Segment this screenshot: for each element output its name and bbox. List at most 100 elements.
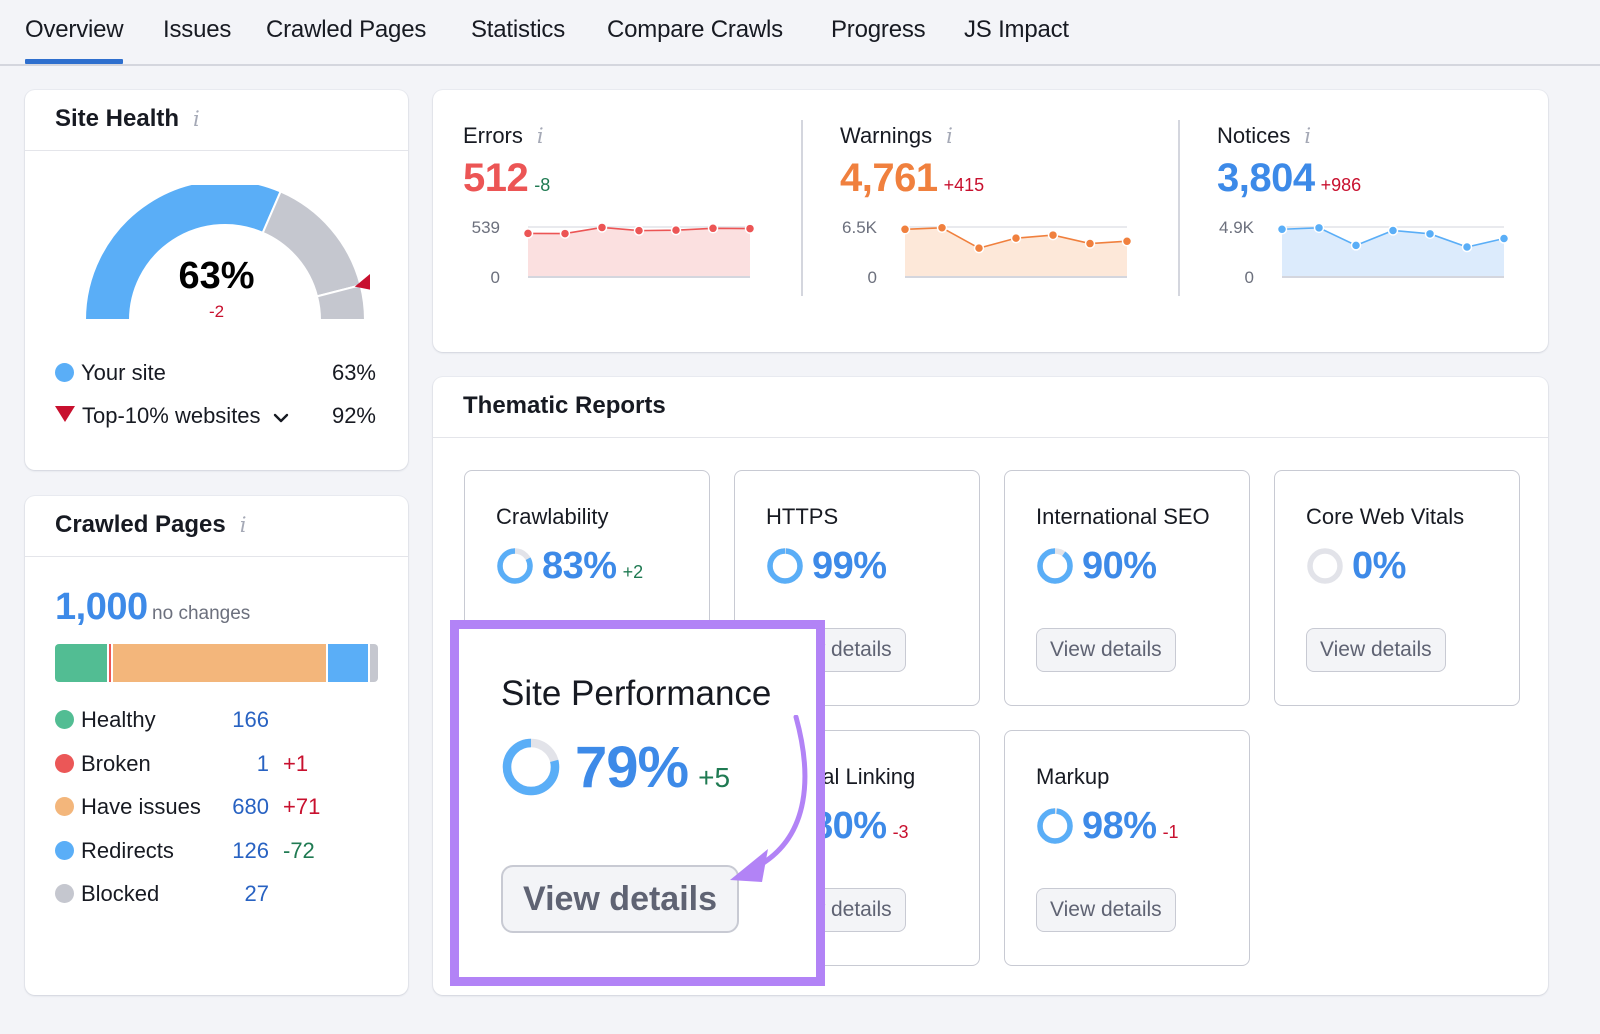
row-count[interactable]: 126 [55,838,269,864]
info-icon[interactable]: i [537,124,544,148]
sparkline-point [1498,233,1510,244]
report-name[interactable]: Crawlability [496,504,608,530]
report-delta: -1 [1162,822,1179,842]
report-name[interactable]: International SEO [1036,504,1210,530]
errors-label: Errors i [463,123,544,148]
notices-value[interactable]: 3,804 +986 [1217,156,1361,201]
tab-issues[interactable]: Issues [163,16,231,44]
report-score: 0% [1306,545,1412,588]
y-max-label: 539 [472,218,500,237]
tab-compare-crawls[interactable]: Compare Crawls [607,16,783,44]
legend-label[interactable]: Top-10% websites [82,403,261,428]
sparkline-point [1047,229,1059,241]
crawled-total-note: no changes [152,603,251,624]
sparkline-point [1424,228,1436,240]
view-details-button[interactable]: View details [1036,888,1176,932]
sparkline-point [1276,223,1288,235]
sparkline-point [1084,238,1096,249]
crawled-row-healthy: Healthy 166 [55,707,355,733]
issues-card: Errors i 512 -8 539 0 Warnings i 4,761 +415 6… [433,90,1548,352]
errors-delta: -8 [534,175,551,195]
legend-your-site: Your site 63% [55,360,376,386]
highlight-report-name: Site Performance [501,674,772,713]
legend-label: Your site [81,360,166,385]
sparkline-point [1010,232,1022,244]
crawled-row-broken: Broken 1 +1 [55,751,355,777]
thematic-reports-title: Thematic Reports [463,392,666,419]
sparkline-point [973,242,985,254]
view-details-button[interactable]: View details [1036,628,1176,672]
row-count[interactable]: 1 [55,751,269,777]
divider [1178,120,1180,296]
warnings-value[interactable]: 4,761 +415 [840,156,984,201]
notices-delta: +986 [1320,175,1362,195]
bar-segment-blocked[interactable] [369,644,378,682]
site-health-score: 63% [178,255,255,297]
highlight-delta: +5 [698,762,731,793]
legend-top-10: Top-10% websites 92% [55,403,376,429]
tab-js-impact[interactable]: JS Impact [964,16,1069,44]
crawled-row-have-issues: Have issues 680 +71 [55,794,355,820]
donut-icon [502,738,560,796]
site-health-delta: -2 [208,302,225,321]
report-name[interactable]: Core Web Vitals [1306,504,1464,530]
your-site-dot-icon [55,363,74,382]
sparkline-point [596,222,608,233]
warnings-sparkline: 6.5K 0 [842,218,1133,287]
sparkline-point [1313,222,1325,234]
sparkline-point [1350,240,1362,251]
report-pct: 83% [542,545,617,587]
site-health-header: Site Health i [25,90,408,151]
tab-overview[interactable]: Overview [25,16,124,64]
report-name[interactable]: HTTPS [766,504,838,530]
crawled-total-row: 1,000 no changes [55,586,250,629]
errors-value[interactable]: 512 -8 [463,156,550,201]
errors-panel: Errors i 512 -8 539 0 [433,90,808,352]
sparkline-point [936,222,948,234]
info-icon[interactable]: i [1304,124,1311,148]
bar-segment-healthy[interactable] [55,644,107,682]
view-details-button[interactable]: View details [1306,628,1446,672]
tab-progress[interactable]: Progress [831,16,926,44]
thematic-card-markup: Markup 98% -1 View details [1004,730,1250,966]
legend-value: 63% [331,360,376,385]
sparkline-point [1461,241,1473,253]
notices-panel: Notices i 3,804 +986 4.9K 0 [1187,90,1562,352]
highlight-score: 79% +5 [501,734,730,801]
sparkline-point [670,224,682,236]
benchmark-triangle-icon [55,406,75,422]
bar-segment-broken[interactable] [108,644,112,682]
row-count[interactable]: 166 [55,707,269,733]
report-name[interactable]: Markup [1036,764,1109,790]
tab-statistics[interactable]: Statistics [471,16,565,44]
row-count[interactable]: 27 [55,881,269,907]
info-icon[interactable]: i [193,107,200,131]
report-score: 98% -1 [1036,805,1179,848]
thematic-reports-header: Thematic Reports [433,377,1548,438]
report-delta: +2 [622,562,644,582]
site-health-title: Site Health [55,105,180,132]
report-pct: 98% [1082,805,1157,847]
bar-segment-have-issues[interactable] [113,644,327,682]
donut-fill [1037,808,1073,844]
info-icon[interactable]: i [240,513,247,537]
chevron-down-icon[interactable] [273,403,289,429]
site-health-card: Site Health i 63% -2 Your site 63% Top-10… [25,90,408,470]
curved-arrow-icon [730,715,808,882]
row-count[interactable]: 680 [55,794,269,820]
sparkline-point [1387,225,1399,236]
donut-icon [1307,548,1343,584]
site-performance-view-details-button[interactable]: View details [501,865,740,933]
notices-label: Notices i [1217,123,1312,148]
crawled-total[interactable]: 1,000 [55,586,148,628]
errors-sparkline: 539 0 [472,218,756,287]
info-icon[interactable]: i [946,124,953,148]
report-delta: -3 [892,822,909,842]
tab-bar: Overview Issues Crawled Pages Statistics… [0,0,1600,66]
report-pct: 90% [1082,545,1157,587]
row-change: -72 [283,837,315,863]
tab-crawled-pages[interactable]: Crawled Pages [266,16,426,44]
sparkline-point [707,223,719,234]
bar-segment-redirects[interactable] [328,644,368,682]
notices-sparkline: 4.9K 0 [1219,218,1510,287]
